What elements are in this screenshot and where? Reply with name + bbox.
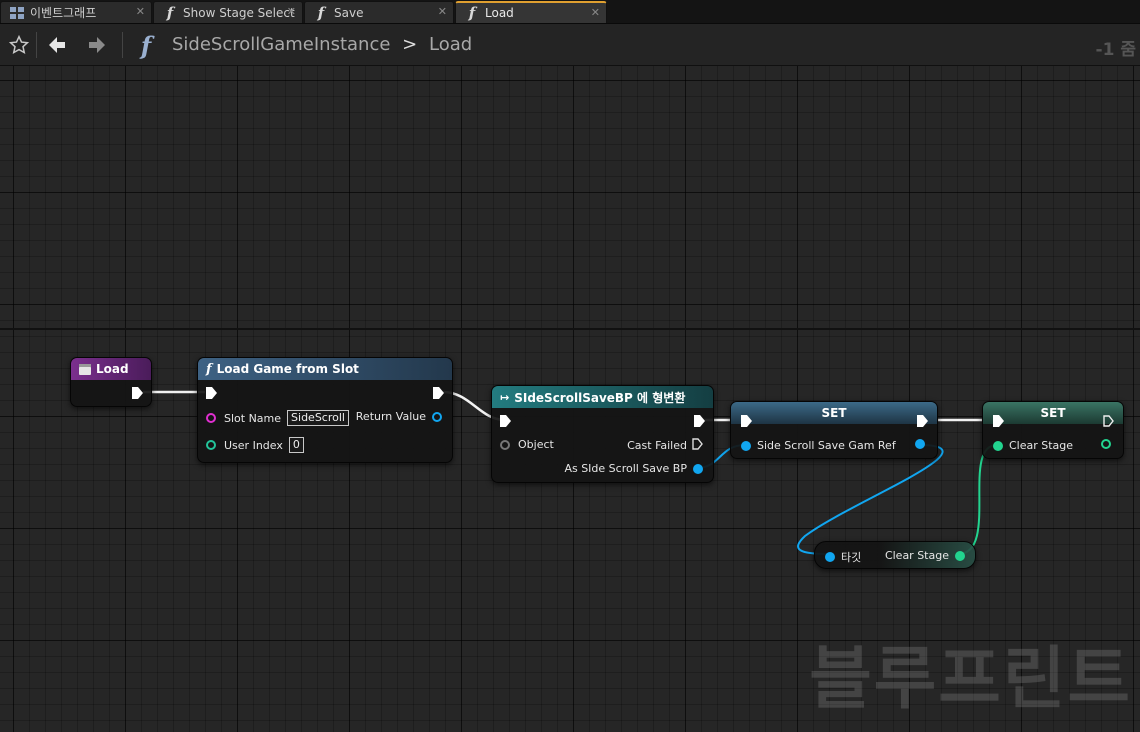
bool-wire	[957, 444, 998, 555]
set-clear-stage-node[interactable]: SET Clear Stage	[982, 401, 1124, 459]
pin-label: Cast Failed	[627, 439, 687, 452]
user-index-pin[interactable]: User Index 0	[206, 437, 304, 453]
node-header: Load	[71, 358, 151, 380]
bool-pin-icon[interactable]	[993, 440, 1003, 451]
pin-label: As SIde Scroll Save BP	[564, 462, 687, 475]
node-header: SET	[731, 402, 937, 424]
bool-pin-icon[interactable]	[1101, 439, 1111, 449]
graph-canvas[interactable]: Load f Load Game from Slot Slot Name Sid…	[0, 66, 1140, 732]
node-title: SET	[1040, 406, 1066, 420]
blueprint-editor: 이벤트그래프 ✕ f Show Stage Select ✕ f Save ✕ …	[0, 0, 1140, 732]
exec-pin-icon[interactable]	[692, 438, 703, 453]
cast-failed-pin[interactable]: Cast Failed	[627, 438, 703, 453]
exec-input-pin[interactable]	[993, 415, 1004, 427]
pin-label: Clear Stage	[1009, 439, 1074, 452]
event-graph-icon	[9, 5, 25, 21]
exec-output-pin[interactable]	[1103, 415, 1114, 427]
object-input-pin[interactable]: Object	[500, 438, 554, 451]
close-icon[interactable]: ✕	[591, 6, 600, 19]
exec-output-pin[interactable]	[132, 387, 143, 399]
exec-output-pin[interactable]	[917, 415, 928, 427]
close-icon[interactable]: ✕	[438, 5, 447, 18]
forward-arrow-icon[interactable]	[84, 32, 110, 58]
tab-show-stage-select[interactable]: f Show Stage Select ✕	[153, 1, 303, 23]
object-pin-icon[interactable]	[432, 411, 442, 422]
breadcrumb-separator: >	[402, 34, 418, 55]
clear-stage-output-pin[interactable]: Clear Stage	[885, 549, 965, 562]
int-pin-icon[interactable]	[206, 440, 216, 450]
function-icon: f	[206, 361, 212, 377]
object-pin-icon[interactable]	[825, 552, 835, 562]
back-arrow-icon[interactable]	[44, 32, 70, 58]
clear-stage-getter-node[interactable]: 타깃 Clear Stage	[814, 541, 976, 569]
graph-toolbar: f SideScrollGameInstance > Load -1 줌	[0, 24, 1140, 66]
pin-label: Return Value	[355, 410, 426, 423]
node-title: Load Game from Slot	[216, 362, 359, 376]
slot-name-pin[interactable]: Slot Name SideScroll	[206, 410, 349, 426]
load-game-from-slot-node[interactable]: f Load Game from Slot Slot Name SideScro…	[197, 357, 453, 463]
function-icon: f	[317, 3, 325, 22]
as-cast-output-pin[interactable]: As SIde Scroll Save BP	[564, 462, 703, 475]
node-header: ↦ SIdeScrollSaveBP 에 형변환	[492, 386, 713, 408]
function-entry-node[interactable]: Load	[70, 357, 152, 407]
object-pin-icon[interactable]	[915, 439, 925, 449]
cast-to-node[interactable]: ↦ SIdeScrollSaveBP 에 형변환 Object Cast Fai…	[491, 385, 714, 483]
pin-label: Side Scroll Save Gam Ref	[757, 439, 896, 452]
clear-stage-input-pin[interactable]: Clear Stage	[993, 439, 1073, 452]
savegame-ref-output-pin[interactable]	[915, 439, 925, 449]
pin-label: Object	[518, 438, 554, 451]
zoom-level: -1 줌	[1095, 40, 1136, 60]
string-pin-icon[interactable]	[206, 413, 216, 423]
function-icon: f	[166, 3, 174, 22]
function-icon: f	[140, 30, 152, 60]
object-pin-icon[interactable]	[693, 463, 703, 474]
breadcrumb-class[interactable]: SideScrollGameInstance	[172, 34, 390, 55]
tab-load[interactable]: f Load ✕	[455, 1, 607, 23]
node-title: SIdeScrollSaveBP 에 형변환	[514, 390, 686, 405]
object-wire	[797, 444, 944, 555]
tab-label: Show Stage Select	[183, 5, 295, 20]
object-pin-icon[interactable]	[741, 440, 751, 451]
pin-label: User Index	[224, 438, 283, 452]
tab-save[interactable]: f Save ✕	[304, 1, 454, 23]
pin-label: 타깃	[841, 551, 862, 564]
entry-icon	[79, 363, 91, 375]
cast-icon: ↦	[500, 390, 510, 404]
exec-input-pin[interactable]	[206, 387, 217, 399]
tab-event-graph[interactable]: 이벤트그래프 ✕	[0, 1, 152, 23]
exec-output-pin[interactable]	[433, 387, 444, 399]
savegame-ref-input-pin[interactable]: Side Scroll Save Gam Ref	[741, 439, 896, 452]
user-index-field[interactable]: 0	[288, 437, 304, 453]
return-value-pin[interactable]: Return Value	[356, 410, 442, 423]
slot-name-field[interactable]: SideScroll	[287, 410, 349, 426]
breadcrumb-function[interactable]: Load	[429, 34, 472, 55]
close-icon[interactable]: ✕	[287, 5, 296, 18]
blueprint-watermark: 블루프린트	[809, 640, 1132, 719]
node-title: Load	[96, 362, 129, 376]
breadcrumb: SideScrollGameInstance > Load	[172, 34, 472, 55]
exec-input-pin[interactable]	[500, 415, 511, 427]
close-icon[interactable]: ✕	[136, 5, 145, 18]
node-header: SET	[983, 402, 1123, 424]
tab-label: Save	[334, 5, 364, 20]
target-input-pin[interactable]: 타깃	[825, 549, 861, 565]
bool-pin-icon[interactable]	[955, 550, 965, 561]
exec-input-pin[interactable]	[741, 415, 752, 427]
node-header: f Load Game from Slot	[198, 358, 452, 380]
pin-label: Slot Name	[224, 411, 282, 425]
document-tab-bar: 이벤트그래프 ✕ f Show Stage Select ✕ f Save ✕ …	[0, 0, 1140, 24]
node-title: SET	[821, 406, 847, 420]
pin-label: Clear Stage	[884, 549, 949, 562]
set-savegame-ref-node[interactable]: SET Side Scroll Save Gam Ref	[730, 401, 938, 459]
exec-output-pin[interactable]	[694, 415, 705, 427]
function-icon: f	[468, 4, 476, 22]
favorite-star-icon[interactable]	[6, 32, 32, 58]
tab-label: Load	[485, 6, 514, 20]
tab-label: 이벤트그래프	[30, 6, 97, 20]
wildcard-pin-icon[interactable]	[500, 439, 510, 450]
clear-stage-output-pin[interactable]	[1101, 439, 1111, 449]
